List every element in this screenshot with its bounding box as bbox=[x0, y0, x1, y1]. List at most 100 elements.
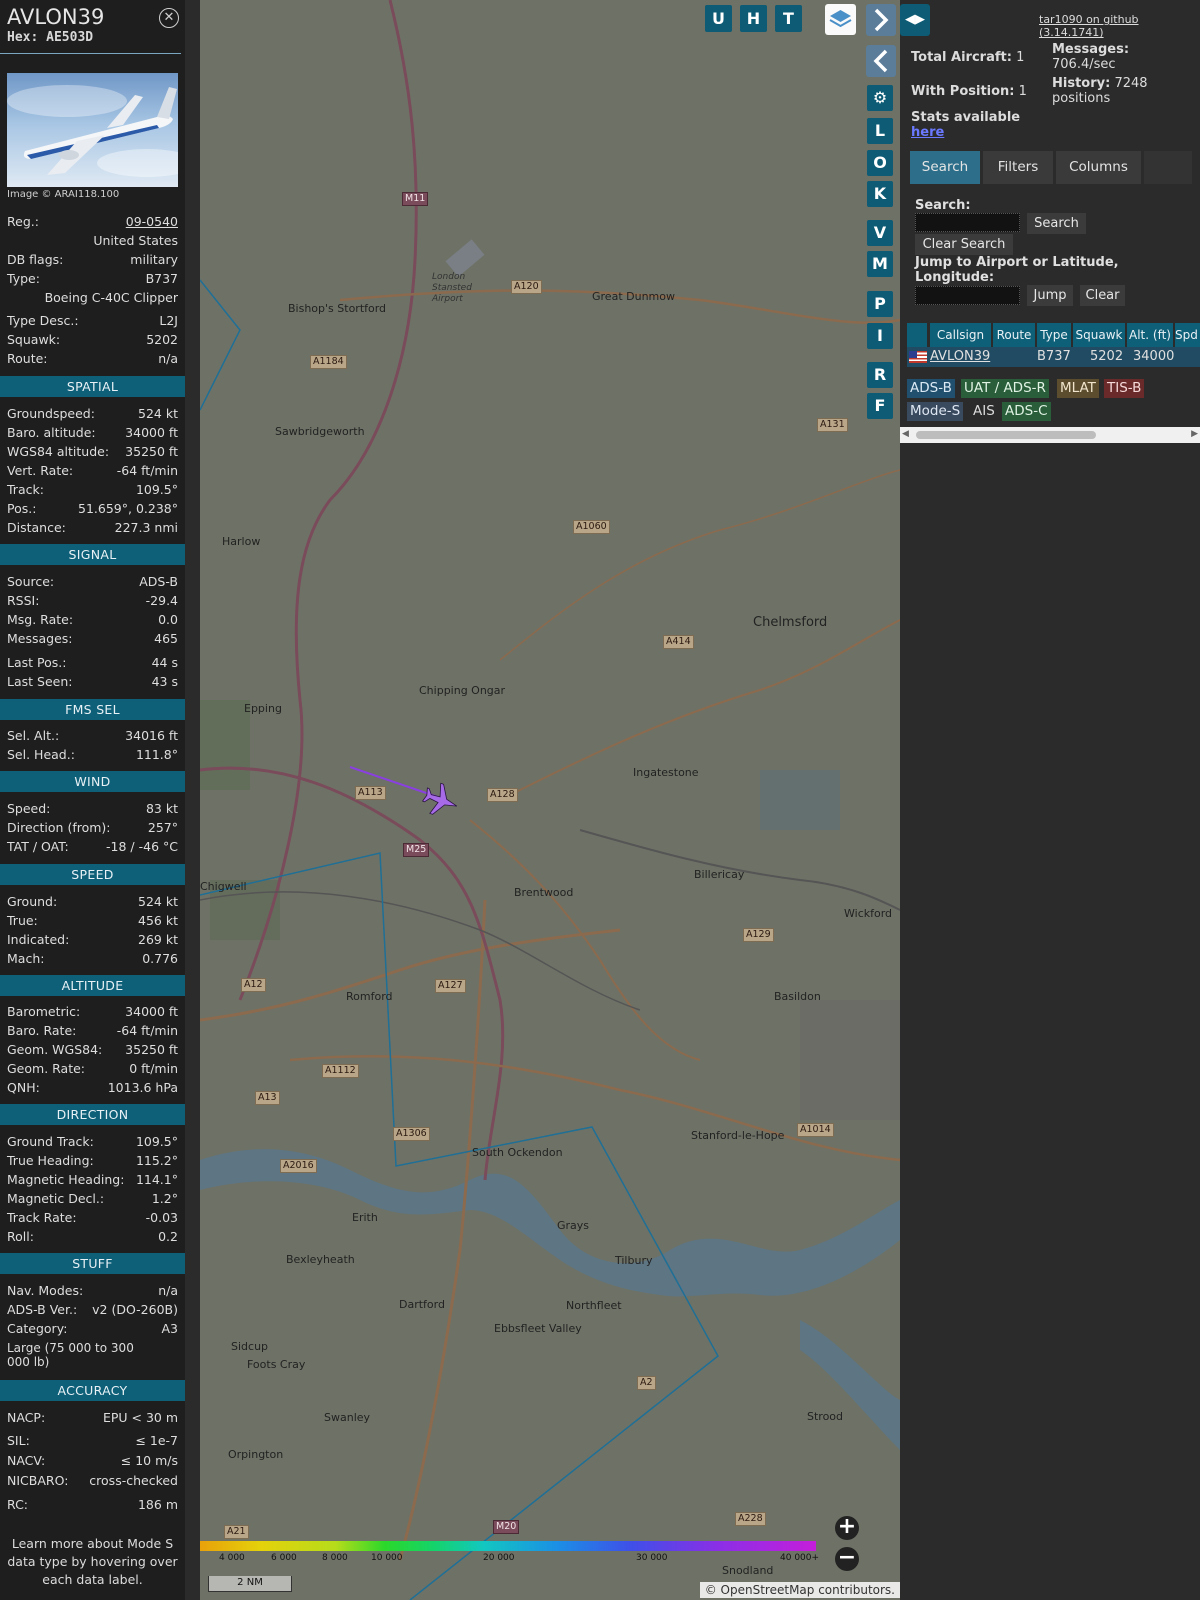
row-value: 456 kt bbox=[138, 913, 178, 928]
row-value: 109.5° bbox=[135, 482, 178, 497]
row-label: RSSI: bbox=[7, 593, 40, 608]
side-button-i[interactable]: I bbox=[867, 323, 893, 349]
row-label: RC: bbox=[7, 1497, 29, 1512]
side-button-p[interactable]: P bbox=[867, 291, 893, 317]
detail-row: Vert. Rate: -64 ft/min bbox=[7, 461, 178, 480]
row-label: Direction (from): bbox=[7, 820, 111, 835]
detail-row: QNH: 1013.6 hPa bbox=[7, 1078, 178, 1097]
map-place-label: Northfleet bbox=[566, 1299, 622, 1312]
row-label: Speed: bbox=[7, 801, 51, 816]
detail-callsign: AVLON39 bbox=[7, 5, 105, 29]
column-header-callsign[interactable]: Callsign bbox=[930, 323, 991, 347]
tab-columns[interactable]: Columns bbox=[1056, 151, 1141, 184]
map-place-label: Harlow bbox=[222, 535, 261, 548]
row-value: 1013.6 hPa bbox=[107, 1080, 178, 1095]
side-button-r[interactable]: R bbox=[867, 362, 893, 388]
row-label: Vert. Rate: bbox=[7, 463, 74, 478]
row-label: Baro. altitude: bbox=[7, 425, 96, 440]
row-label: Indicated: bbox=[7, 932, 70, 947]
column-header-route[interactable]: Route bbox=[993, 323, 1035, 347]
side-button-o[interactable]: O bbox=[867, 150, 893, 176]
next-aircraft-button[interactable] bbox=[866, 4, 896, 36]
map-place-label: Orpington bbox=[228, 1448, 284, 1461]
zoom-in-button[interactable]: + bbox=[835, 1516, 859, 1540]
column-header-altitude[interactable]: Alt. (ft) bbox=[1127, 323, 1173, 347]
typedesc-row: Type Desc.: L2J bbox=[7, 311, 178, 330]
detail-row: Baro. altitude: 34000 ft bbox=[7, 423, 178, 442]
type-full-row: Boeing C-40C Clipper bbox=[7, 288, 178, 307]
row-value: -64 ft/min bbox=[116, 1023, 178, 1038]
reg-link[interactable]: 09-0540 bbox=[126, 212, 178, 231]
column-header-speed[interactable]: Spd bbox=[1175, 323, 1200, 347]
squawk-value: 5202 bbox=[146, 332, 178, 347]
aircraft-detail-panel: AVLON39 Hex: AE503D ✕ Image © ARAI118.10… bbox=[0, 0, 185, 1600]
section-speed: SPEED bbox=[0, 864, 185, 885]
map-place-label: Stanford-le-Hope bbox=[691, 1129, 785, 1142]
row-label: ADS-B Ver.: bbox=[7, 1302, 78, 1317]
scrollbar-thumb[interactable] bbox=[916, 431, 1096, 439]
side-button-m[interactable]: M bbox=[867, 251, 893, 277]
detail-row: RSSI: -29.4 bbox=[7, 591, 178, 610]
tab-extra[interactable] bbox=[1144, 151, 1192, 184]
side-button-v[interactable]: V bbox=[867, 220, 893, 246]
clear-search-button[interactable]: Clear Search bbox=[915, 234, 1013, 255]
map-place-label: Ingatestone bbox=[633, 766, 699, 779]
row-label: Groundspeed: bbox=[7, 406, 95, 421]
map-road-label: A414 bbox=[663, 635, 694, 649]
scroll-left-arrow-icon[interactable]: ◀ bbox=[902, 429, 909, 439]
tab-filters[interactable]: Filters bbox=[983, 151, 1053, 184]
row-value: 524 kt bbox=[138, 406, 178, 421]
prev-aircraft-button[interactable] bbox=[866, 45, 896, 77]
map-attribution[interactable]: © OpenStreetMap contributors. bbox=[699, 1582, 900, 1598]
toggle-labels-button[interactable]: U bbox=[705, 5, 732, 32]
row-squawk: 5202 bbox=[1090, 349, 1124, 364]
scroll-right-arrow-icon[interactable]: ▶ bbox=[1191, 429, 1198, 439]
jump-input[interactable] bbox=[915, 286, 1020, 305]
layers-icon[interactable] bbox=[825, 4, 856, 35]
detail-row: Source: ADS-B bbox=[7, 572, 178, 591]
map-place-label: Chigwell bbox=[200, 880, 247, 893]
row-type: B737 bbox=[1037, 349, 1071, 364]
dbflags-row: DB flags: military bbox=[7, 250, 178, 269]
stats-link[interactable]: here bbox=[911, 125, 944, 140]
search-input[interactable] bbox=[915, 213, 1020, 232]
aircraft-photo[interactable] bbox=[7, 73, 178, 187]
tab-search[interactable]: Search bbox=[910, 151, 980, 184]
map-airport-label: London Stansted Airport bbox=[432, 272, 472, 304]
stat-value: 706.4/sec bbox=[1052, 57, 1116, 72]
jump-button[interactable]: Jump bbox=[1027, 285, 1073, 306]
settings-gear-icon[interactable]: ⚙ bbox=[867, 85, 893, 111]
row-callsign[interactable]: AVLON39 bbox=[930, 347, 990, 367]
table-horizontal-scrollbar[interactable]: ◀ ▶ bbox=[900, 427, 1200, 443]
section-spatial: SPATIAL bbox=[0, 376, 185, 397]
map-road-label: A2 bbox=[637, 1376, 656, 1390]
section-stuff: STUFF bbox=[0, 1253, 185, 1274]
row-label: SIL: bbox=[7, 1433, 30, 1448]
close-icon[interactable]: ✕ bbox=[159, 8, 179, 28]
zoom-out-button[interactable]: − bbox=[835, 1547, 859, 1571]
column-header-flag[interactable] bbox=[907, 323, 927, 347]
column-header-type[interactable]: Type bbox=[1037, 323, 1071, 347]
map-place-label: Wickford bbox=[844, 907, 893, 920]
row-value: 465 bbox=[154, 631, 178, 646]
github-link[interactable]: tar1090 on github (3.14.1741) bbox=[1039, 13, 1200, 39]
map-view[interactable]: Bishop's Stortford Great Dunmow Sawbridg… bbox=[200, 0, 900, 1600]
search-button[interactable]: Search bbox=[1027, 213, 1086, 234]
row-label: Last Pos.: bbox=[7, 655, 67, 670]
side-button-l[interactable]: L bbox=[867, 118, 893, 144]
toggle-sidebar-icon[interactable]: ◀▶ bbox=[900, 4, 930, 36]
map-place-label: Epping bbox=[244, 702, 282, 715]
toggle-hide-button[interactable]: H bbox=[740, 5, 767, 32]
side-button-f[interactable]: F bbox=[867, 393, 893, 419]
row-value: 0.2 bbox=[158, 1229, 178, 1244]
clear-button[interactable]: Clear bbox=[1080, 285, 1125, 306]
toggle-tracks-button[interactable]: T bbox=[775, 5, 802, 32]
side-button-k[interactable]: K bbox=[867, 181, 893, 207]
badge-tisb: TIS-B bbox=[1104, 379, 1145, 398]
row-value: EPU < 30 m bbox=[102, 1410, 178, 1425]
stats-available: Stats available here bbox=[911, 110, 1020, 140]
map-place-label: Grays bbox=[557, 1219, 590, 1232]
row-label: Ground Track: bbox=[7, 1134, 94, 1149]
map-road-label: A131 bbox=[817, 418, 848, 432]
column-header-squawk[interactable]: Squawk bbox=[1073, 323, 1125, 347]
